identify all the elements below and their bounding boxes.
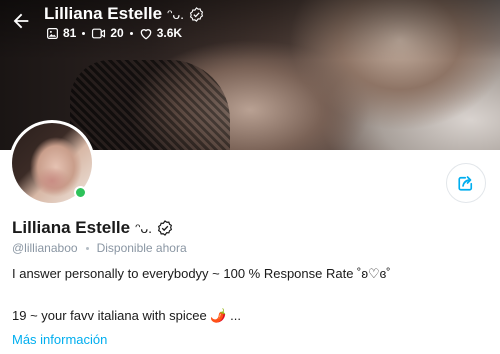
share-button[interactable]: [446, 163, 486, 203]
stats-separator: [129, 31, 133, 35]
profile-handle: @lillianaboo: [12, 241, 78, 255]
image-icon: [47, 27, 58, 39]
videos-stat: 20: [91, 26, 124, 40]
likes-count: 3.6K: [156, 26, 183, 40]
profile-name-text: Lilliana Estelle: [12, 218, 131, 237]
header-name-text: Lilliana Estelle: [44, 4, 163, 23]
bio-line-2: 19 ~ your favv italiana with spicee 🌶️ .…: [12, 308, 241, 323]
profile-header-bar: Lilliana Estelle ᵔᴗ. 81 20 3.6K: [0, 0, 500, 48]
online-status-indicator: [74, 186, 87, 199]
photos-count: 81: [63, 26, 77, 40]
header-stats: 81 20 3.6K: [46, 26, 182, 40]
cover-photo-detail: [70, 60, 230, 150]
stats-separator: [82, 31, 86, 35]
profile-name-suffix: ᵔᴗ.: [135, 220, 153, 236]
profile-name: Lilliana Estelle ᵔᴗ.: [12, 218, 173, 238]
video-icon: [92, 28, 106, 38]
availability-status: Disponible ahora: [96, 241, 187, 255]
arrow-left-icon: [13, 13, 29, 29]
verified-badge-icon: [189, 6, 204, 22]
bio-line-1: I answer personally to everybodyy ~ 100 …: [12, 266, 391, 281]
handle-row: @lillianaboo Disponible ahora: [12, 241, 187, 255]
videos-count: 20: [110, 26, 124, 40]
header-name-suffix: ᵔᴗ.: [167, 6, 185, 22]
heart-icon: [140, 28, 152, 39]
share-icon: [458, 176, 473, 191]
more-info-link[interactable]: Más información: [12, 332, 107, 347]
handle-separator: [85, 246, 89, 250]
photos-stat: 81: [46, 26, 76, 40]
verified-badge-icon: [157, 220, 173, 236]
header-profile-name: Lilliana Estelle ᵔᴗ.: [44, 4, 204, 24]
likes-stat: 3.6K: [139, 26, 182, 40]
back-button[interactable]: [8, 8, 34, 34]
